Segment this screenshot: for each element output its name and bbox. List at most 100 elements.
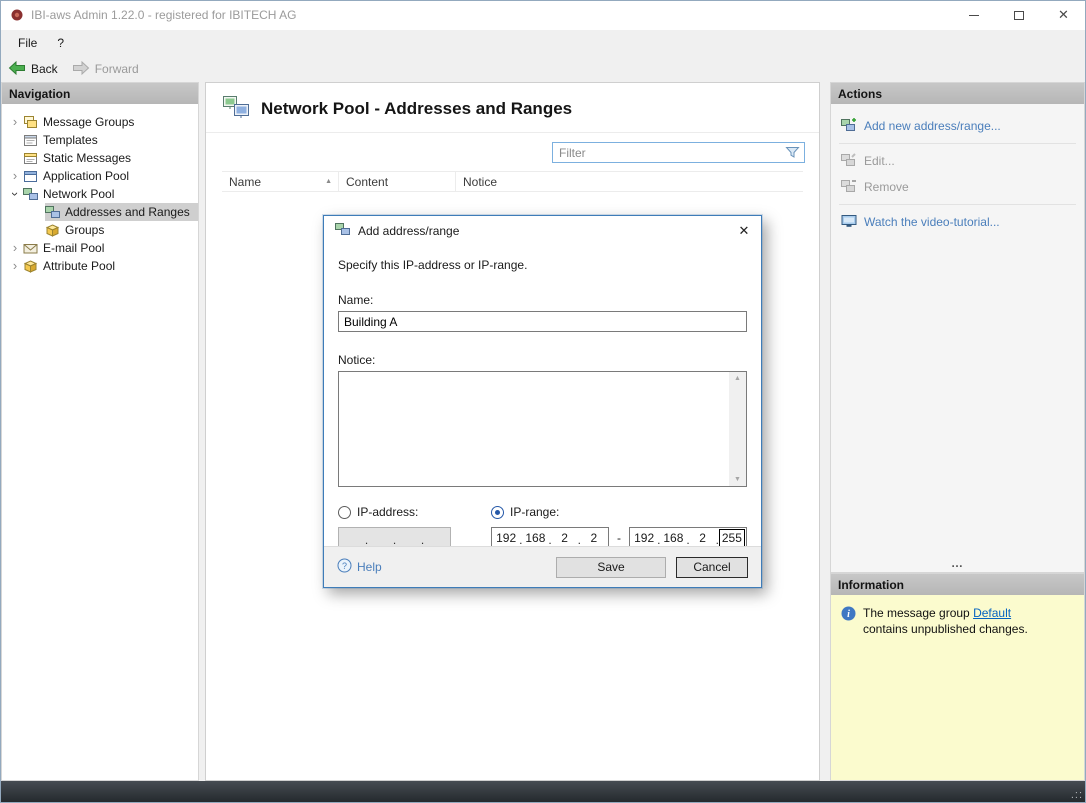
name-label: Name:: [338, 293, 747, 307]
sidebar-item-groups[interactable]: Groups: [2, 221, 198, 239]
network-pool-header-icon: [222, 94, 250, 123]
remove-icon: [841, 178, 857, 196]
ip-segment[interactable]: 2: [691, 530, 715, 546]
dialog-footer: ? Help Save Cancel: [324, 546, 761, 587]
edit-icon: [841, 152, 857, 170]
action-label: Edit...: [864, 154, 895, 168]
information-message: The message group Default contains unpub…: [863, 606, 1059, 637]
ip-dot: .: [392, 533, 397, 547]
ip-address-radio[interactable]: [338, 506, 351, 519]
table-header: Name ▲ Content Notice: [222, 171, 803, 192]
back-label: Back: [31, 62, 58, 76]
column-label: Notice: [463, 175, 497, 189]
filter-input[interactable]: [552, 142, 805, 163]
sidebar-item-message-groups[interactable]: › Message Groups: [2, 113, 198, 131]
ip-range-radio[interactable]: [491, 506, 504, 519]
filter-funnel-icon: [785, 145, 800, 162]
message-groups-icon: [23, 115, 42, 130]
column-header-notice[interactable]: Notice: [456, 172, 803, 191]
groups-icon: [45, 223, 64, 238]
dialog-title: Add address/range: [358, 224, 459, 238]
add-address-range-dialog: Add address/range ✕ Specify this IP-addr…: [323, 215, 762, 588]
navigation-header: Navigation: [2, 83, 198, 104]
dialog-description: Specify this IP-address or IP-range.: [338, 258, 747, 272]
default-group-link[interactable]: Default: [973, 606, 1011, 620]
sidebar-item-label: Attribute Pool: [42, 259, 115, 273]
resize-grip-icon[interactable]: .::: [1071, 790, 1083, 801]
ip-segment[interactable]: 168: [661, 530, 685, 546]
ip-segment[interactable]: 2: [553, 530, 577, 546]
sidebar-item-label: Static Messages: [42, 151, 131, 165]
dialog-close-button[interactable]: ✕: [727, 216, 761, 246]
maximize-button[interactable]: [996, 0, 1041, 30]
sidebar-item-static-messages[interactable]: Static Messages: [2, 149, 198, 167]
action-watch-video-tutorial[interactable]: Watch the video-tutorial...: [831, 209, 1084, 235]
svg-text:?: ?: [342, 561, 347, 571]
minimize-button[interactable]: [951, 0, 996, 30]
menu-file[interactable]: File: [8, 32, 47, 54]
sidebar-item-email-pool[interactable]: › E-mail Pool: [2, 239, 198, 257]
action-label: Add new address/range...: [864, 119, 1001, 133]
chevron-right-icon[interactable]: ›: [7, 240, 23, 256]
chevron-right-icon[interactable]: ›: [7, 168, 23, 184]
sidebar-item-label: Application Pool: [42, 169, 129, 183]
save-button[interactable]: Save: [556, 557, 666, 578]
close-button[interactable]: ✕: [1041, 0, 1086, 30]
actions-body: Add new address/range... Edit... Remove …: [831, 104, 1084, 235]
back-arrow-icon: [8, 60, 26, 79]
ip-mode-row: IP-address: IP-range:: [338, 505, 747, 519]
back-button[interactable]: Back: [8, 60, 58, 79]
svg-text:i: i: [847, 609, 850, 620]
sidebar-item-templates[interactable]: Templates: [2, 131, 198, 149]
scroll-up-icon[interactable]: ▲: [734, 375, 741, 382]
chevron-right-icon[interactable]: ›: [7, 114, 23, 130]
sidebar-item-application-pool[interactable]: › Application Pool: [2, 167, 198, 185]
ip-dot: .: [518, 533, 523, 547]
ip-segment[interactable]: 168: [523, 530, 547, 546]
window-title: IBI-aws Admin 1.22.0 - registered for IB…: [31, 8, 296, 22]
notice-scrollbar[interactable]: ▲ ▼: [729, 372, 746, 486]
ip-dot: .: [420, 533, 425, 547]
help-link[interactable]: ? Help: [337, 558, 382, 576]
sidebar-item-network-pool[interactable]: › Network Pool: [2, 185, 198, 203]
ip-segment-focused[interactable]: 255: [720, 530, 744, 546]
network-pool-icon: [23, 187, 42, 202]
actions-overflow-icon[interactable]: …: [831, 556, 1084, 570]
sidebar-item-label: Network Pool: [42, 187, 114, 201]
notice-input[interactable]: [339, 372, 746, 486]
sidebar-item-attribute-pool[interactable]: › Attribute Pool: [2, 257, 198, 275]
scroll-down-icon[interactable]: ▼: [734, 476, 741, 483]
ip-segment[interactable]: 2: [582, 530, 606, 546]
sidebar-item-addresses-and-ranges[interactable]: Addresses and Ranges: [2, 203, 198, 221]
menu-help[interactable]: ?: [47, 32, 74, 54]
action-edit[interactable]: Edit...: [831, 148, 1084, 174]
information-header: Information: [831, 574, 1084, 595]
ip-segment[interactable]: 192: [632, 530, 656, 546]
ip-address-radio-group[interactable]: IP-address:: [338, 505, 491, 519]
action-remove[interactable]: Remove: [831, 174, 1084, 200]
application-pool-icon: [23, 169, 42, 184]
dialog-body: Specify this IP-address or IP-range. Nam…: [324, 258, 761, 549]
dialog-icon: [335, 222, 350, 240]
ip-segment[interactable]: 192: [494, 530, 518, 546]
ip-address-label: IP-address:: [357, 505, 418, 519]
ip-range-radio-group[interactable]: IP-range:: [491, 505, 747, 519]
app-icon: [9, 7, 25, 23]
action-add-new-address-range[interactable]: Add new address/range...: [831, 113, 1084, 139]
chevron-right-icon[interactable]: ›: [7, 258, 23, 274]
forward-button[interactable]: Forward: [72, 60, 139, 79]
ip-dot: .: [577, 533, 582, 547]
chevron-down-icon[interactable]: ›: [7, 186, 23, 202]
notice-label: Notice:: [338, 353, 747, 367]
status-bar: .::: [0, 781, 1086, 803]
ip-range-label: IP-range:: [510, 505, 559, 519]
column-header-name[interactable]: Name ▲: [222, 172, 339, 191]
help-icon: ?: [337, 558, 352, 576]
sort-ascending-icon: ▲: [325, 178, 332, 185]
action-label: Watch the video-tutorial...: [864, 215, 1000, 229]
name-input[interactable]: [338, 311, 747, 332]
action-label: Remove: [864, 180, 909, 194]
column-header-content[interactable]: Content: [339, 172, 456, 191]
cancel-button[interactable]: Cancel: [676, 557, 748, 578]
sidebar-item-label: Message Groups: [42, 115, 134, 129]
